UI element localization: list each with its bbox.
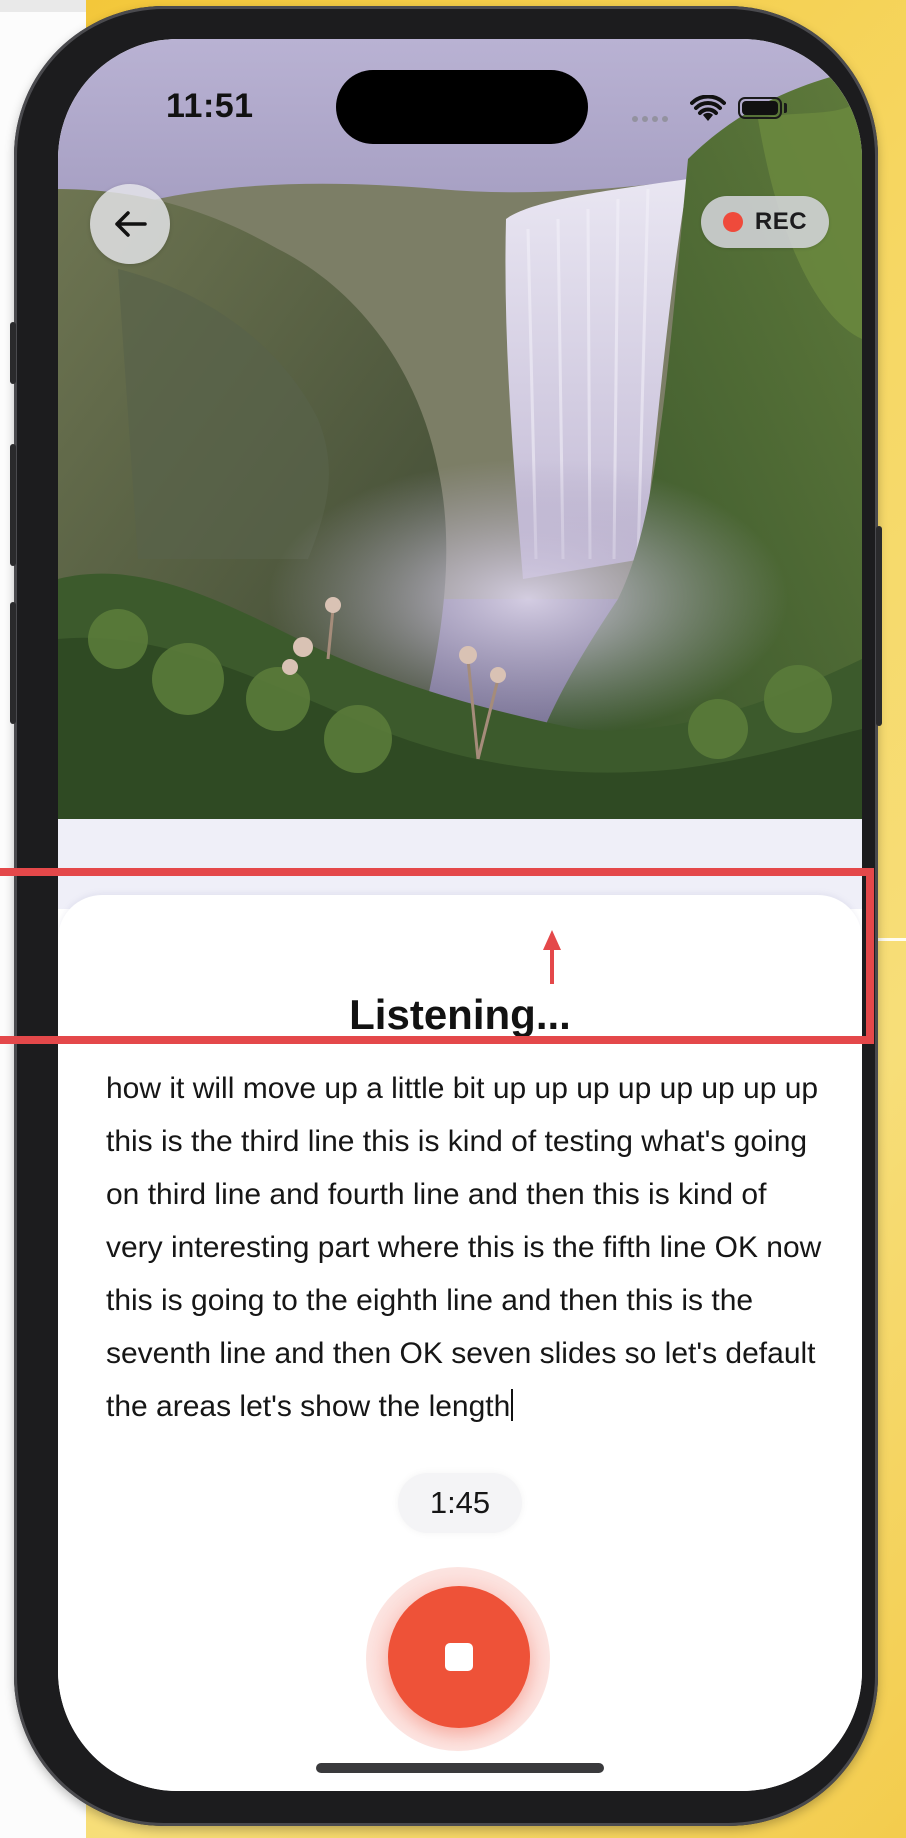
background-stripe [876, 938, 906, 941]
arrow-up-icon [543, 930, 561, 984]
home-indicator[interactable] [316, 1763, 604, 1773]
battery-nub [784, 103, 787, 113]
rec-label: REC [754, 208, 808, 235]
wifi-icon [690, 94, 726, 128]
stop-recording-button[interactable] [388, 1586, 530, 1728]
transcript-text[interactable]: how it will move up a little bit up up u… [106, 1062, 826, 1433]
power-button [876, 526, 882, 726]
recording-indicator: REC [701, 196, 829, 248]
timer-pill: 1:45 [398, 1473, 522, 1533]
waterfall-image [58, 39, 862, 819]
action-button [10, 322, 16, 384]
recording-timer: 1:45 [429, 1485, 491, 1520]
annotation-highlight-box [0, 868, 874, 1044]
dynamic-island [336, 70, 588, 144]
background-tab [0, 0, 87, 12]
back-button[interactable] [90, 184, 170, 264]
volume-down-button [10, 602, 16, 724]
record-dot-icon [722, 212, 743, 232]
arrow-left-icon [115, 211, 147, 237]
battery-icon [738, 97, 782, 119]
text-cursor [511, 1389, 514, 1421]
transcript-content: how it will move up a little bit up up u… [106, 1072, 822, 1423]
status-time: 11:51 [166, 87, 254, 125]
stop-icon [445, 1643, 473, 1671]
volume-up-button [10, 444, 16, 566]
cellular-icon [632, 109, 672, 127]
